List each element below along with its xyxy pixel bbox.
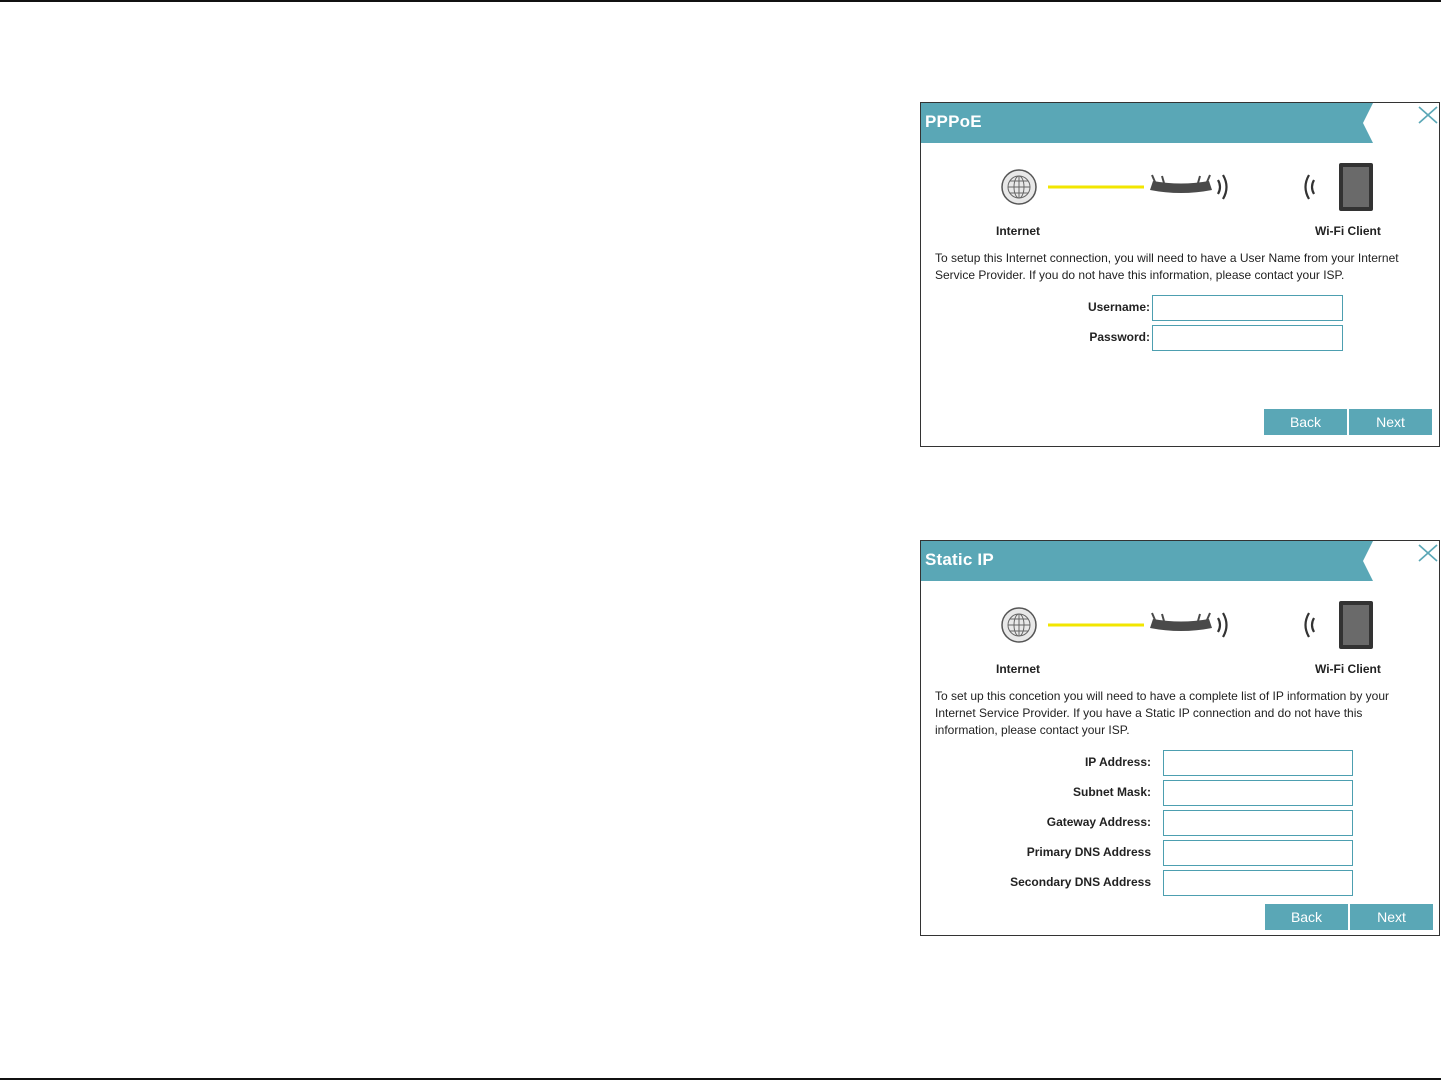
password-row: Password: bbox=[921, 325, 1441, 351]
connection-diagram: Internet Wi-Fi Client bbox=[921, 155, 1441, 245]
static-ip-dialog: Static IP Internet Wi-Fi Client To set u… bbox=[920, 540, 1440, 936]
dialog-title: PPPoE bbox=[925, 112, 982, 131]
bottom-rule bbox=[0, 1078, 1441, 1080]
ip-address-input[interactable] bbox=[1163, 750, 1353, 776]
wifi-waves-icon bbox=[1217, 612, 1315, 638]
next-button[interactable]: Next bbox=[1349, 409, 1432, 435]
title-banner bbox=[921, 541, 1373, 581]
subnet-mask-row: Subnet Mask: bbox=[921, 780, 1441, 806]
gateway-address-input[interactable] bbox=[1163, 810, 1353, 836]
wifi-client-label: Wi-Fi Client bbox=[1315, 662, 1381, 676]
connection-diagram: Internet Wi-Fi Client bbox=[921, 593, 1441, 683]
router-icon bbox=[1150, 612, 1212, 631]
back-button[interactable]: Back bbox=[1265, 904, 1348, 930]
gateway-address-row: Gateway Address: bbox=[921, 810, 1441, 836]
password-label: Password: bbox=[1089, 330, 1150, 344]
ip-address-row: IP Address: bbox=[921, 750, 1441, 776]
globe-icon bbox=[1001, 607, 1037, 643]
username-row: Username: bbox=[921, 295, 1441, 321]
device-icon bbox=[1339, 601, 1373, 649]
subnet-mask-label: Subnet Mask: bbox=[1072, 785, 1151, 799]
primary-dns-row: Primary DNS Address bbox=[921, 840, 1441, 866]
wifi-client-label: Wi-Fi Client bbox=[1315, 224, 1381, 238]
title-banner bbox=[921, 103, 1373, 143]
password-input[interactable] bbox=[1152, 325, 1343, 351]
internet-label: Internet bbox=[996, 224, 1041, 238]
username-input[interactable] bbox=[1152, 295, 1343, 321]
internet-label: Internet bbox=[996, 662, 1041, 676]
pppoe-dialog: PPPoE Internet Wi-Fi Client To setup thi… bbox=[920, 102, 1440, 447]
primary-dns-input[interactable] bbox=[1163, 840, 1353, 866]
static-ip-titlebar: Static IP bbox=[921, 541, 1441, 581]
wifi-waves-icon bbox=[1217, 174, 1315, 200]
top-rule bbox=[0, 0, 1441, 2]
gateway-address-label: Gateway Address: bbox=[1046, 815, 1151, 829]
router-icon bbox=[1150, 174, 1212, 193]
globe-icon bbox=[1001, 169, 1037, 205]
description-text: To setup this Internet connection, you w… bbox=[935, 251, 1399, 282]
pppoe-titlebar: PPPoE bbox=[921, 103, 1441, 143]
close-icon[interactable] bbox=[1415, 103, 1441, 129]
description-text: To set up this concetion you will need t… bbox=[935, 689, 1390, 737]
username-label: Username: bbox=[1087, 300, 1150, 314]
back-button[interactable]: Back bbox=[1264, 409, 1347, 435]
close-icon[interactable] bbox=[1415, 541, 1441, 567]
secondary-dns-label: Secondary DNS Address bbox=[1010, 875, 1151, 889]
dialog-title: Static IP bbox=[925, 550, 994, 569]
subnet-mask-input[interactable] bbox=[1163, 780, 1353, 806]
ip-address-label: IP Address: bbox=[1084, 755, 1151, 769]
secondary-dns-row: Secondary DNS Address bbox=[921, 870, 1441, 896]
secondary-dns-input[interactable] bbox=[1163, 870, 1353, 896]
next-button[interactable]: Next bbox=[1350, 904, 1433, 930]
primary-dns-label: Primary DNS Address bbox=[1026, 845, 1151, 859]
device-icon bbox=[1339, 163, 1373, 211]
